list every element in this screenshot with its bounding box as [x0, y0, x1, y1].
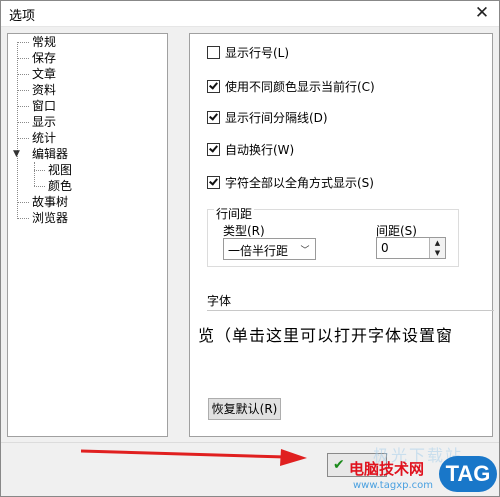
- spacing-type-select[interactable]: 一倍半行距 ﹀: [223, 238, 316, 260]
- tree-item-editor[interactable]: 编辑器: [32, 147, 68, 161]
- checkbox[interactable]: [207, 45, 220, 59]
- tree-connector: [17, 58, 29, 59]
- checkmark-icon: [209, 110, 218, 121]
- tree-connector: [17, 106, 29, 107]
- checkmark-icon: [209, 142, 218, 153]
- tree-connector: [17, 138, 29, 139]
- tree-connector: [17, 90, 29, 91]
- tree-connector: [17, 202, 29, 203]
- tree-connector: [34, 186, 45, 187]
- tree-item-color[interactable]: 颜色: [48, 179, 72, 193]
- option-label: 使用不同颜色显示当前行(C): [225, 79, 375, 94]
- options-dialog: 选项 ✕ 常规 保存 文章 资料 窗口 显示 统计 ▼ 编辑器 视图 颜色 故事…: [0, 0, 500, 497]
- watermark-text: 电脑技术网: [349, 460, 425, 478]
- close-button[interactable]: ✕: [471, 3, 493, 23]
- view-settings-panel: 显示行号(L) 使用不同颜色显示当前行(C) 显示行间分隔线(D) 自动换行(W…: [189, 33, 494, 437]
- spacing-type-label: 类型(R): [223, 224, 265, 238]
- tree-connector: [34, 162, 35, 186]
- tree-item-view[interactable]: 视图: [48, 163, 73, 177]
- watermark-url: www.tagxp.com: [353, 480, 433, 491]
- checkbox[interactable]: [207, 175, 220, 189]
- title-bar: 选项 ✕: [1, 1, 499, 27]
- option-label: 显示行号(L): [225, 45, 290, 60]
- font-preview[interactable]: 览（单击这里可以打开字体设置窗: [198, 322, 494, 344]
- tree-item-display[interactable]: 显示: [32, 115, 56, 129]
- tree-item-story-tree[interactable]: 故事树: [32, 195, 68, 209]
- tree-item-statistics[interactable]: 统计: [32, 131, 56, 145]
- tree-connector: [17, 122, 29, 123]
- restore-defaults-button[interactable]: 恢复默认(R): [208, 398, 281, 420]
- tree-connector: [17, 218, 29, 219]
- chevron-down-icon[interactable]: ﹀: [298, 243, 312, 256]
- spacing-amount-value[interactable]: 0: [381, 241, 389, 255]
- tree-connector: [17, 74, 29, 75]
- option-label: 字符全部以全角方式显示(S): [225, 175, 374, 190]
- tree-connector: [34, 170, 45, 171]
- show-line-numbers-option[interactable]: 显示行号(L): [207, 44, 289, 60]
- font-section-label: 字体: [207, 294, 232, 308]
- tree-connector: [17, 42, 29, 43]
- option-label: 显示行间分隔线(D): [225, 110, 328, 125]
- spin-down-icon[interactable]: ▼: [429, 248, 445, 258]
- highlight-current-line-option[interactable]: 使用不同颜色显示当前行(C): [207, 78, 375, 94]
- annotation-arrow: [81, 449, 307, 466]
- window-title: 选项: [9, 9, 36, 24]
- checkbox[interactable]: [207, 110, 220, 124]
- spin-up-icon[interactable]: ▲: [429, 238, 445, 248]
- full-width-chars-option[interactable]: 字符全部以全角方式显示(S): [207, 174, 374, 190]
- option-label: 自动换行(W): [225, 142, 295, 157]
- tree-item-general[interactable]: 常规: [32, 35, 56, 49]
- checkbox[interactable]: [207, 142, 220, 156]
- spacing-amount-spinner[interactable]: 0 ▲ ▼: [376, 237, 446, 259]
- checkbox[interactable]: [207, 79, 220, 93]
- category-tree: 常规 保存 文章 资料 窗口 显示 统计 ▼ 编辑器 视图 颜色 故事树 浏览器: [7, 33, 168, 437]
- collapse-icon[interactable]: ▼: [13, 149, 20, 159]
- checkmark-icon: [209, 175, 218, 186]
- tree-item-window[interactable]: 窗口: [32, 99, 56, 113]
- spacing-type-value: 一倍半行距: [228, 244, 289, 258]
- line-spacing-group-title: 行间距: [214, 205, 255, 222]
- tree-item-article[interactable]: 文章: [32, 67, 56, 81]
- tree-item-save[interactable]: 保存: [32, 51, 56, 65]
- watermark-tag-logo: TAG: [439, 456, 497, 492]
- checkmark-icon: ✔: [333, 457, 345, 473]
- tree-item-browser[interactable]: 浏览器: [32, 211, 68, 225]
- checkmark-icon: [209, 79, 218, 90]
- tree-connector: [17, 42, 18, 219]
- divider: [207, 310, 494, 311]
- word-wrap-option[interactable]: 自动换行(W): [207, 141, 294, 157]
- show-line-separators-option[interactable]: 显示行间分隔线(D): [207, 109, 328, 125]
- tree-item-material[interactable]: 资料: [32, 83, 56, 97]
